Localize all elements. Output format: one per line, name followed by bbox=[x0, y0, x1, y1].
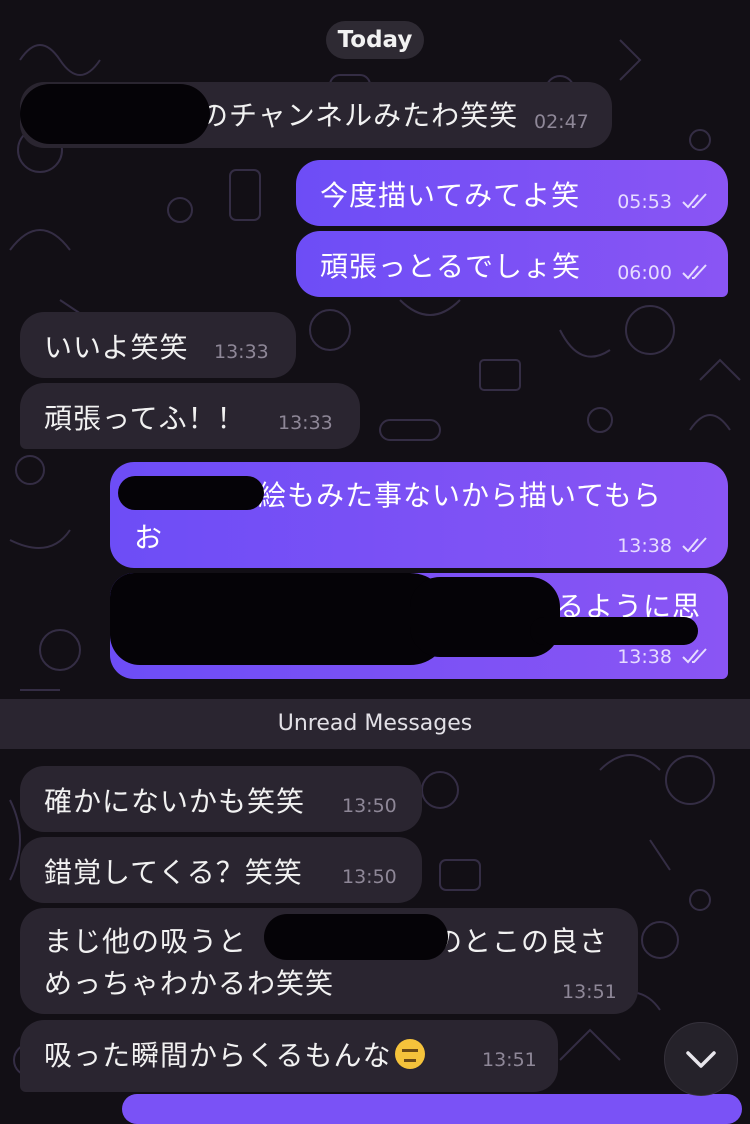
message-text-line2: お bbox=[134, 521, 164, 554]
redaction-scribble bbox=[264, 914, 448, 960]
message-text: 確かにないかも笑笑 bbox=[44, 785, 306, 818]
message-text-line1a: まじ他の吸うと bbox=[44, 925, 248, 958]
message-incoming[interactable]: まじ他の吸うと のとこの良さ めっちゃわかるわ笑笑 13:51 bbox=[20, 908, 638, 1014]
message-incoming[interactable]: 頑張ってふ！！ 13:33 bbox=[20, 383, 360, 449]
message-time: 13:38 bbox=[617, 647, 712, 667]
message-outgoing-partial[interactable] bbox=[122, 1094, 742, 1124]
message-text: のチャンネルみたわ笑笑 bbox=[200, 99, 519, 132]
redaction-scribble bbox=[410, 577, 560, 657]
message-text-line1b: のとこの良さ bbox=[434, 925, 609, 958]
message-time: 13:50 bbox=[342, 795, 397, 817]
message-text: 頑張ってふ！！ bbox=[44, 402, 246, 435]
message-text-line2: めっちゃわかるわ笑笑 bbox=[44, 967, 335, 1000]
message-outgoing[interactable]: 絵もみた事ないから描いてもら お 13:38 bbox=[110, 462, 728, 568]
message-outgoing[interactable]: 頑張っとるでしょ笑 06:00 bbox=[296, 231, 728, 297]
double-check-icon bbox=[682, 193, 707, 209]
message-time: 13:38 bbox=[617, 536, 712, 556]
expressionless-face-emoji bbox=[395, 1039, 426, 1069]
message-text: 吸った瞬間からくるもんな bbox=[44, 1039, 392, 1072]
message-time: 02:47 bbox=[534, 111, 589, 133]
message-time: 13:50 bbox=[342, 866, 397, 888]
message-incoming[interactable]: 吸った瞬間からくるもんな 13:51 bbox=[20, 1020, 558, 1092]
message-outgoing[interactable]: 今度描いてみてよ笑 05:53 bbox=[296, 160, 728, 226]
double-check-icon bbox=[682, 537, 707, 553]
message-time: 13:51 bbox=[482, 1049, 537, 1071]
message-time: 13:33 bbox=[278, 412, 333, 434]
message-incoming[interactable]: いいよ笑笑 13:33 bbox=[20, 312, 296, 378]
message-time: 13:33 bbox=[214, 341, 269, 363]
message-outgoing[interactable]: るように思 13:38 bbox=[110, 573, 728, 679]
chevron-down-icon bbox=[686, 1051, 716, 1068]
double-check-icon bbox=[682, 648, 707, 664]
message-time: 13:51 bbox=[562, 981, 617, 1003]
scroll-to-bottom-button[interactable] bbox=[664, 1022, 738, 1096]
redaction-scribble bbox=[530, 617, 698, 645]
message-incoming[interactable]: 確かにないかも笑笑 13:50 bbox=[20, 766, 422, 832]
redaction-scribble bbox=[118, 476, 264, 510]
unread-divider: Unread Messages bbox=[0, 699, 750, 749]
redaction-scribble bbox=[20, 84, 210, 144]
message-time: 06:00 bbox=[617, 263, 712, 283]
date-divider: Today bbox=[326, 21, 424, 59]
message-text-line1: 絵もみた事ないから描いてもら bbox=[258, 479, 662, 512]
message-incoming[interactable]: のチャンネルみたわ笑笑 02:47 bbox=[20, 82, 612, 148]
message-text: 錯覚してくる？笑笑 bbox=[44, 856, 303, 889]
message-text: いいよ笑笑 bbox=[44, 331, 189, 364]
double-check-icon bbox=[682, 264, 707, 280]
message-text: 今度描いてみてよ笑 bbox=[320, 179, 581, 212]
redaction-scribble bbox=[110, 573, 450, 665]
message-time: 05:53 bbox=[617, 192, 712, 212]
message-text: 頑張っとるでしょ笑 bbox=[320, 250, 582, 283]
message-incoming[interactable]: 錯覚してくる？笑笑 13:50 bbox=[20, 837, 422, 903]
